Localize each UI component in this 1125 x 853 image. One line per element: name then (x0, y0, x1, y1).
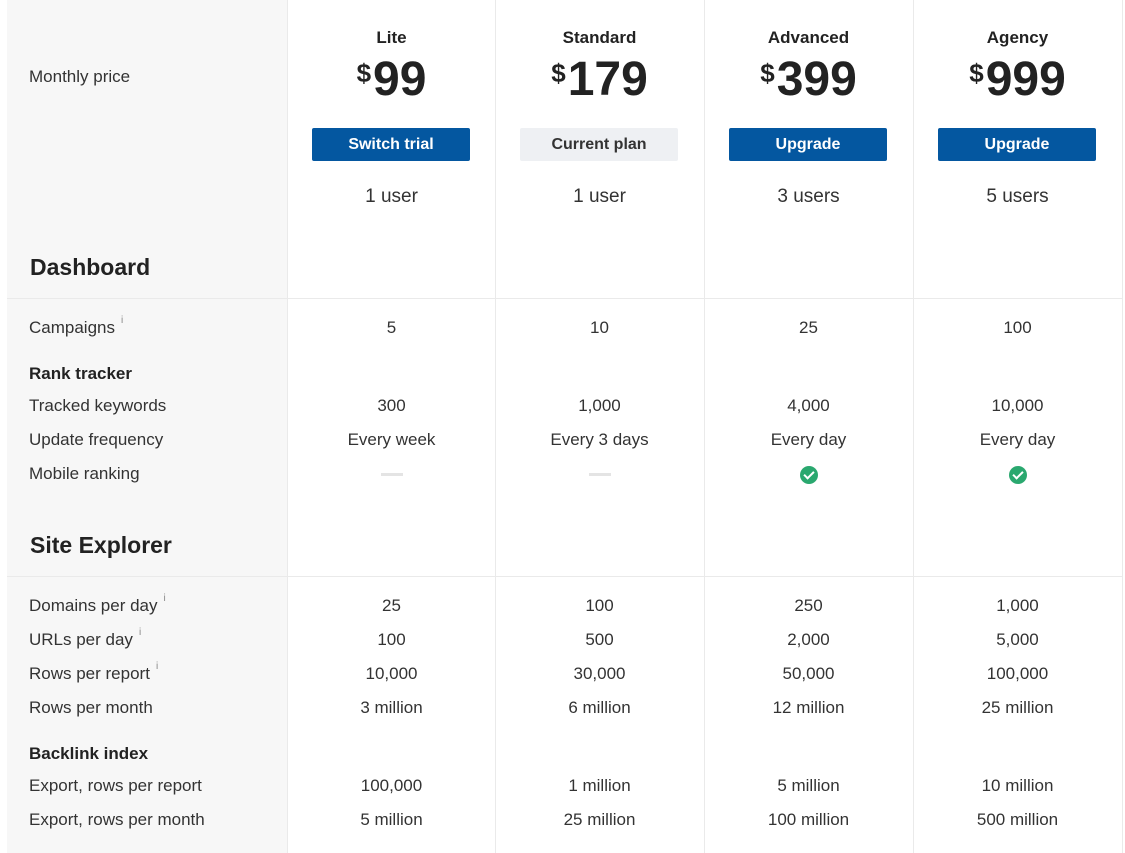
check-circle-icon (1008, 465, 1027, 484)
row-label-urls-per-day: URLs per day i (29, 627, 142, 649)
check-circle-icon (799, 465, 818, 484)
plan-price-standard: $179 (495, 52, 704, 107)
section-divider (7, 576, 1122, 577)
currency-symbol: $ (760, 58, 775, 88)
monthly-price-label: Monthly price (29, 67, 131, 86)
plan-name-agency: Agency (986, 28, 1049, 47)
cell-urls-per-day: 500 (585, 630, 614, 649)
cell-update-frequency: Every week (347, 430, 436, 449)
price-amount: 999 (985, 53, 1066, 106)
plan-button-lite[interactable]: Switch trial (312, 128, 470, 161)
cell-domains-per-day: 1,000 (996, 596, 1039, 615)
cell-update-frequency: Every 3 days (550, 430, 649, 449)
row-label-campaigns: Campaigns i (29, 315, 124, 337)
row-label-export-rows-per-month: Export, rows per month (29, 810, 205, 829)
cell-mobile-ranking (704, 464, 913, 484)
pricing-comparison-table: Monthly price Lite $99 Switch trial 1 user S… (7, 0, 1123, 853)
row-label-rows-per-report: Rows per report i (29, 661, 159, 683)
group-title-rank-tracker: Rank tracker (29, 364, 133, 383)
cell-rows-per-month: 25 million (981, 698, 1054, 717)
cell-export-rows-per-report: 5 million (777, 776, 840, 795)
section-title-dashboard: Dashboard (30, 254, 151, 280)
cell-tracked-keywords: 10,000 (991, 396, 1044, 415)
cell-export-rows-per-month: 500 million (976, 810, 1059, 829)
row-label-mobile-ranking: Mobile ranking (29, 464, 140, 483)
cell-rows-per-report: 100,000 (986, 664, 1049, 683)
info-icon[interactable]: i (139, 627, 141, 638)
currency-symbol: $ (356, 58, 372, 88)
cell-export-rows-per-report: 1 million (568, 776, 631, 795)
cell-domains-per-day: 25 (382, 596, 401, 615)
current-plan-button-standard[interactable]: Current plan (520, 128, 678, 161)
cell-update-frequency: Every day (770, 430, 847, 449)
cell-update-frequency: Every day (979, 430, 1056, 449)
cell-tracked-keywords: 300 (377, 396, 406, 415)
cell-domains-per-day: 250 (794, 596, 823, 615)
plan-button-agency[interactable]: Upgrade (938, 128, 1096, 161)
column-divider (495, 0, 496, 853)
plan-name-standard: Standard (562, 28, 637, 47)
plan-users-advanced: 3 users (777, 186, 840, 207)
cell-campaigns: 25 (799, 318, 818, 337)
plan-price-agency: $999 (913, 52, 1122, 107)
cell-urls-per-day: 2,000 (787, 630, 830, 649)
column-divider (287, 0, 288, 853)
column-divider (704, 0, 705, 853)
cell-domains-per-day: 100 (585, 596, 614, 615)
plan-name-advanced: Advanced (767, 28, 850, 47)
plan-users-standard: 1 user (573, 186, 626, 207)
row-label-export-rows-per-report: Export, rows per report (29, 776, 202, 795)
info-icon[interactable]: i (121, 315, 123, 326)
plan-button-advanced[interactable]: Upgrade (729, 128, 887, 161)
price-amount: 179 (567, 53, 648, 106)
row-label-tracked-keywords: Tracked keywords (29, 396, 167, 415)
section-divider (7, 298, 1122, 299)
column-divider (913, 0, 914, 853)
currency-symbol: $ (969, 58, 984, 88)
not-included-dash-icon (588, 473, 611, 477)
info-icon[interactable]: i (164, 593, 166, 604)
plan-name-lite: Lite (376, 28, 407, 47)
plan-users-lite: 1 user (365, 186, 418, 207)
not-included-dash-icon (380, 473, 403, 477)
cell-urls-per-day: 5,000 (996, 630, 1039, 649)
section-title-site-explorer: Site Explorer (30, 532, 172, 558)
cell-mobile-ranking (913, 464, 1122, 484)
plan-users-agency: 5 users (986, 186, 1049, 207)
plan-price-advanced: $399 (704, 52, 913, 107)
plan-price-lite: $99 (287, 52, 496, 107)
row-label-domains-per-day: Domains per day i (29, 593, 166, 615)
cell-rows-per-month: 6 million (568, 698, 631, 717)
cell-rows-per-report: 30,000 (573, 664, 626, 683)
cell-mobile-ranking (287, 464, 496, 484)
cell-campaigns: 5 (386, 318, 397, 337)
cell-campaigns: 10 (590, 318, 609, 337)
cell-export-rows-per-report: 10 million (981, 776, 1054, 795)
cell-urls-per-day: 100 (377, 630, 406, 649)
row-label-update-frequency: Update frequency (29, 430, 164, 449)
cell-rows-per-report: 10,000 (365, 664, 418, 683)
row-label-rows-per-month: Rows per month (29, 698, 153, 717)
group-title-backlink-index: Backlink index (29, 744, 149, 763)
cell-tracked-keywords: 1,000 (578, 396, 621, 415)
currency-symbol: $ (551, 58, 566, 88)
cell-tracked-keywords: 4,000 (787, 396, 830, 415)
cell-export-rows-per-month: 100 million (767, 810, 850, 829)
label-column (7, 0, 287, 853)
cell-export-rows-per-month: 5 million (360, 810, 423, 829)
cell-campaigns: 100 (1003, 318, 1032, 337)
cell-rows-per-month: 3 million (360, 698, 423, 717)
cell-export-rows-per-report: 100,000 (360, 776, 423, 795)
column-divider (1122, 0, 1123, 853)
price-amount: 399 (776, 53, 857, 106)
info-icon[interactable]: i (156, 661, 158, 672)
price-amount: 99 (373, 53, 427, 106)
cell-rows-per-report: 50,000 (782, 664, 835, 683)
cell-export-rows-per-month: 25 million (563, 810, 636, 829)
cell-rows-per-month: 12 million (772, 698, 845, 717)
cell-mobile-ranking (495, 464, 704, 484)
